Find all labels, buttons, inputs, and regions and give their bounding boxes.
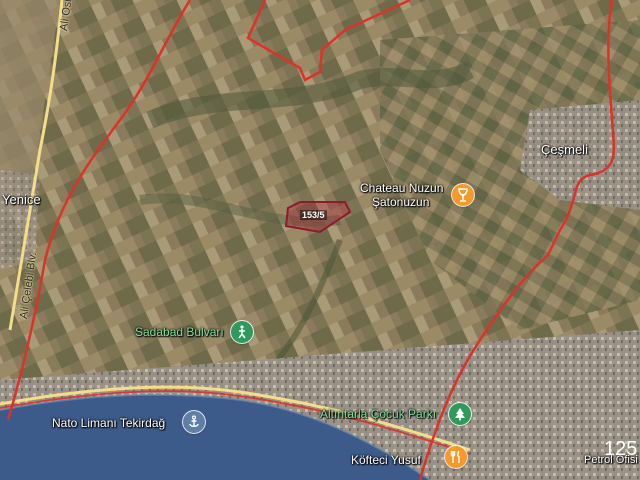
poi-label-sadabad[interactable]: Sadabad Bulvarı: [135, 325, 224, 339]
anchor-icon[interactable]: [183, 411, 205, 433]
fork-knife-icon[interactable]: [445, 446, 467, 468]
poi-label-kofteci-yusuf[interactable]: Köfteci Yusuf: [351, 453, 421, 467]
wine-glass-icon[interactable]: [452, 184, 474, 206]
route-number-label: 125: [604, 438, 638, 460]
poi-label-nato-limani[interactable]: Nato Limanı Tekirdağ: [52, 416, 165, 430]
place-label-yenice[interactable]: Yenice: [2, 193, 41, 207]
poi-label-chateau-nuzun[interactable]: Chateau Nuzun: [360, 181, 443, 195]
pedestrian-icon[interactable]: [231, 321, 253, 343]
tree-icon[interactable]: [449, 403, 471, 425]
poi-label-satonuzun[interactable]: Şatonuzun: [372, 195, 429, 209]
place-label-cesmeli[interactable]: Çeşmeli: [541, 143, 588, 157]
parcel-label: 153/5: [300, 210, 327, 220]
poi-label-altintarla[interactable]: Altıntarla Çocuk Parkı: [320, 407, 436, 421]
